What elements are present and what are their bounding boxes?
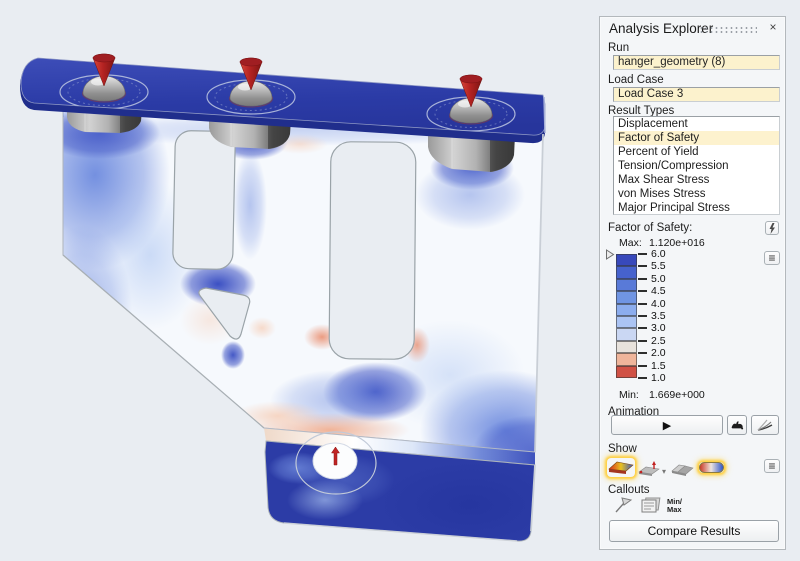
show-legend-toggle[interactable]	[699, 462, 724, 473]
result-type-item[interactable]: Major Principal Stress	[614, 201, 779, 215]
play-button[interactable]: ▶	[611, 415, 723, 435]
slot-cutout-left	[173, 130, 236, 269]
result-type-item[interactable]: Tension/Compression	[614, 159, 779, 173]
legend-tick-mark	[638, 327, 647, 329]
panel-drag-grip[interactable]	[699, 26, 757, 34]
min-value: 1.669e+000	[649, 389, 705, 401]
legend-tick-label: 4.0	[651, 298, 666, 310]
legend-tick-label: 2.5	[651, 335, 666, 347]
deflection-curve-icon	[756, 418, 774, 432]
result-type-item[interactable]: Max Shear Stress	[614, 173, 779, 187]
compare-results-label: Compare Results	[648, 524, 741, 538]
displacement-scale-button[interactable]	[751, 415, 779, 435]
menu-icon: ≡	[768, 461, 775, 471]
legend-tick-label: 3.0	[651, 322, 666, 334]
show-options-button[interactable]: ≡	[764, 459, 780, 473]
legend-tick-label: 2.0	[651, 347, 666, 359]
color-bar-icon	[699, 462, 724, 473]
run-label: Run	[608, 42, 629, 54]
probe-flash-button[interactable]	[765, 221, 779, 235]
result-type-item-selected[interactable]: Factor of Safety	[614, 131, 779, 145]
colored-bracket-icon	[607, 458, 635, 477]
legend-tick-mark	[638, 290, 647, 292]
legend-tick-label: 3.5	[651, 310, 666, 322]
legend-tick-mark	[638, 315, 647, 317]
compare-results-button[interactable]: Compare Results	[609, 520, 779, 542]
legend-swatch	[616, 328, 637, 340]
minmax-callout-toggle[interactable]: Min/ Max	[667, 498, 682, 513]
min-label: Min:	[619, 389, 639, 401]
legend-tick-mark	[638, 253, 647, 255]
legend-swatch	[616, 316, 637, 328]
legend-tick-mark	[638, 340, 647, 342]
legend-swatch	[616, 304, 637, 316]
note-callout-button[interactable]	[640, 497, 662, 514]
bracket-model[interactable]	[20, 54, 593, 550]
minmax-label-line2: Max	[667, 506, 682, 514]
legend-swatch	[616, 254, 637, 266]
gray-bracket-icon	[670, 460, 695, 477]
load-case-select[interactable]: Load Case 3	[613, 87, 780, 102]
lightning-icon	[768, 223, 776, 234]
legend-swatch	[616, 353, 637, 365]
loads-bracket-icon	[637, 460, 661, 477]
result-type-item[interactable]: von Mises Stress	[614, 187, 779, 201]
max-label: Max:	[619, 237, 642, 249]
menu-icon: ≡	[768, 253, 775, 263]
legend-tick-label: 5.0	[651, 273, 666, 285]
result-heading: Factor of Safety:	[608, 222, 692, 234]
legend-swatch	[616, 266, 637, 278]
animation-speed-button[interactable]	[727, 415, 747, 435]
note-icon	[640, 497, 662, 514]
legend-options-button[interactable]: ≡	[764, 251, 780, 265]
legend-tick-mark	[638, 265, 647, 267]
legend-tick-mark	[638, 365, 647, 367]
fos-color-legend: 6.0 5.5 5.0 4.5 4.0 3.5 3.0 2.5 2.0 1.5 …	[616, 254, 736, 380]
loads-dropdown-caret[interactable]: ▾	[662, 467, 666, 476]
show-loads-toggle[interactable]	[637, 460, 661, 477]
legend-tick-label: 6.0	[651, 248, 666, 260]
probe-flag-icon	[613, 495, 633, 514]
legend-tick-label: 1.5	[651, 360, 666, 372]
close-icon[interactable]: ×	[765, 19, 781, 35]
legend-swatch	[616, 279, 637, 291]
result-type-item[interactable]: Percent of Yield	[614, 145, 779, 159]
legend-tick-mark	[638, 278, 647, 280]
legend-tick-label: 1.0	[651, 372, 666, 384]
legend-tick-mark	[638, 303, 647, 305]
legend-tick-mark	[638, 377, 647, 379]
app-window: { "scene": { "background_color": "#e9edf…	[0, 0, 800, 561]
play-icon: ▶	[663, 419, 671, 432]
show-results-toggle[interactable]	[607, 458, 635, 477]
legend-swatch-column[interactable]	[616, 254, 637, 379]
legend-swatch	[616, 341, 637, 353]
probe-callout-button[interactable]	[613, 495, 633, 514]
show-label: Show	[608, 443, 637, 455]
analysis-explorer-panel: Analysis Explorer × Run hanger_geometry …	[599, 16, 786, 550]
load-case-label: Load Case	[608, 74, 664, 86]
result-types-list: Displacement Factor of Safety Percent of…	[613, 116, 780, 215]
legend-pointer-handle[interactable]	[605, 249, 615, 260]
legend-tick-mark	[638, 352, 647, 354]
slot-cutout-right	[329, 142, 416, 360]
legend-tick-label: 4.5	[651, 285, 666, 297]
rabbit-icon	[729, 419, 745, 431]
legend-swatch	[616, 366, 637, 378]
run-select[interactable]: hanger_geometry (8)	[613, 55, 780, 70]
result-type-item[interactable]: Displacement	[614, 117, 779, 131]
show-undeformed-toggle[interactable]	[670, 460, 695, 477]
legend-swatch	[616, 291, 637, 303]
panel-title: Analysis Explorer	[609, 21, 713, 36]
legend-tick-label: 5.5	[651, 260, 666, 272]
